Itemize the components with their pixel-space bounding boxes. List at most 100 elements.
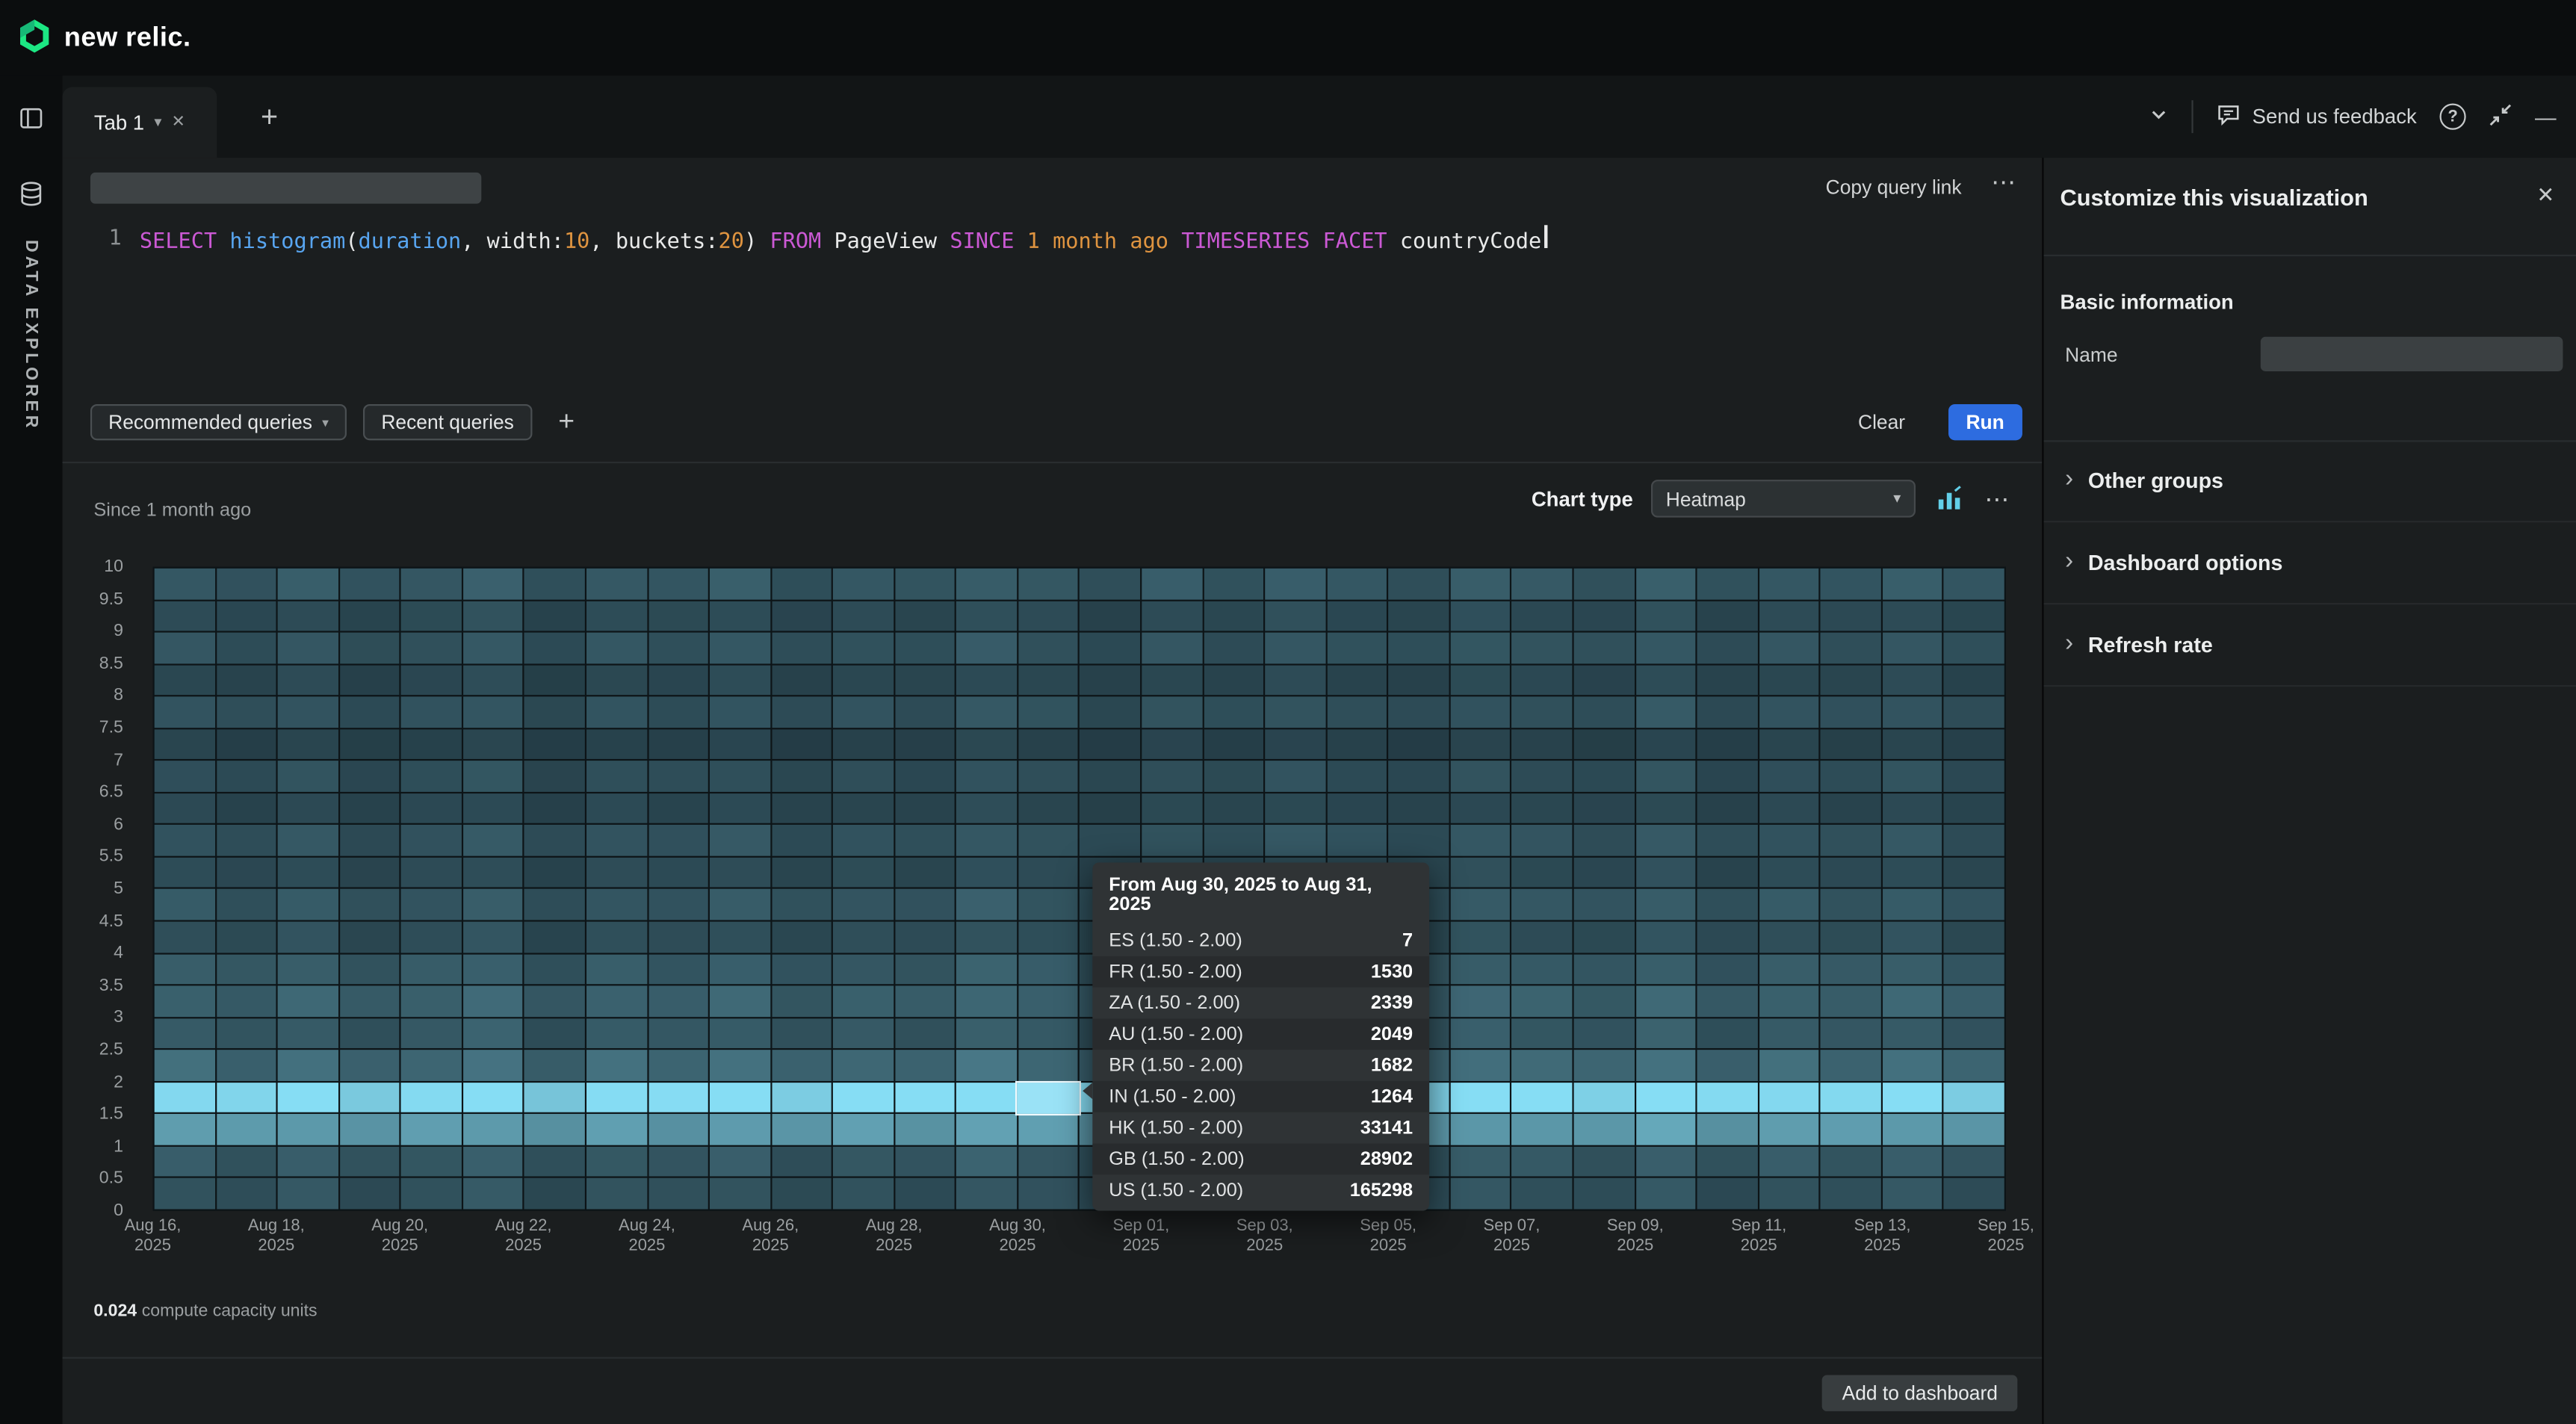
heatmap-cell[interactable] [340, 858, 400, 888]
heatmap-cell[interactable] [524, 761, 584, 792]
heatmap-cell[interactable] [1944, 922, 2004, 953]
heatmap-cell[interactable] [155, 922, 214, 953]
heatmap-cell[interactable] [1883, 858, 1942, 888]
heatmap-cell[interactable] [772, 1050, 832, 1081]
heatmap-cell[interactable] [586, 665, 646, 696]
heatmap-cell[interactable] [401, 890, 461, 920]
heatmap-cell[interactable] [524, 954, 584, 985]
heatmap-cell[interactable] [524, 1179, 584, 1210]
heatmap-cell[interactable] [1450, 826, 1510, 856]
heatmap-cell[interactable] [1142, 793, 1201, 824]
heatmap-cell[interactable] [1821, 858, 1880, 888]
heatmap-cell[interactable] [1574, 954, 1634, 985]
heatmap-cell[interactable] [340, 986, 400, 1017]
heatmap-cell[interactable] [1574, 697, 1634, 728]
heatmap-cell[interactable] [340, 761, 400, 792]
heatmap-cell[interactable] [1389, 633, 1449, 663]
heatmap-cell[interactable] [340, 633, 400, 663]
heatmap-cell[interactable] [772, 569, 832, 599]
heatmap-cell[interactable] [1389, 697, 1449, 728]
heatmap-cell[interactable] [1635, 1050, 1695, 1081]
heatmap-cell[interactable] [833, 826, 893, 856]
heatmap-cell[interactable] [1697, 1115, 1757, 1145]
heatmap-cell[interactable] [1512, 761, 1572, 792]
heatmap-cell[interactable] [1204, 729, 1263, 760]
heatmap-cell[interactable] [586, 922, 646, 953]
heatmap-cell[interactable] [524, 1147, 584, 1177]
heatmap-cell[interactable] [1018, 826, 1078, 856]
heatmap-cell[interactable] [1635, 1018, 1695, 1049]
heatmap-cell[interactable] [1512, 601, 1572, 631]
heatmap-cell[interactable] [648, 890, 708, 920]
heatmap-cell[interactable] [1018, 569, 1078, 599]
heatmap-cell[interactable] [586, 729, 646, 760]
heatmap-cell[interactable] [401, 986, 461, 1017]
heatmap-cell[interactable] [155, 569, 214, 599]
heatmap-cell[interactable] [772, 1083, 832, 1113]
heatmap-cell[interactable] [895, 601, 955, 631]
heatmap-cell[interactable] [1635, 922, 1695, 953]
heatmap-cell[interactable] [1821, 954, 1880, 985]
side-panel-icon[interactable] [18, 105, 44, 131]
heatmap-cell[interactable] [155, 954, 214, 985]
heatmap-cell[interactable] [833, 665, 893, 696]
heatmap-cell[interactable] [155, 986, 214, 1017]
heatmap-cell[interactable] [278, 1147, 338, 1177]
heatmap-cell[interactable] [1944, 1115, 2004, 1145]
heatmap-cell[interactable] [1574, 826, 1634, 856]
heatmap-cell[interactable] [833, 890, 893, 920]
heatmap-cell[interactable] [1142, 826, 1201, 856]
heatmap-cell[interactable] [710, 954, 770, 985]
heatmap-cell[interactable] [586, 569, 646, 599]
heatmap-cell[interactable] [586, 697, 646, 728]
heatmap-cell[interactable] [1018, 601, 1078, 631]
heatmap-cell[interactable] [1266, 761, 1325, 792]
heatmap-cell[interactable] [1204, 665, 1263, 696]
heatmap-cell[interactable] [1883, 761, 1942, 792]
heatmap-cell[interactable] [586, 633, 646, 663]
heatmap-cell[interactable] [1450, 954, 1510, 985]
heatmap-cell[interactable] [1327, 793, 1387, 824]
heatmap-cell[interactable] [1142, 633, 1201, 663]
heatmap-cell[interactable] [1821, 826, 1880, 856]
collapse-icon[interactable] [2489, 102, 2512, 130]
heatmap-cell[interactable] [1697, 1083, 1757, 1113]
heatmap-cell[interactable] [1018, 1179, 1078, 1210]
heatmap-cell[interactable] [463, 729, 523, 760]
heatmap-cell[interactable] [1821, 1179, 1880, 1210]
heatmap-cell[interactable] [155, 761, 214, 792]
heatmap-cell[interactable] [1944, 665, 2004, 696]
heatmap-cell[interactable] [1697, 1147, 1757, 1177]
heatmap-cell[interactable] [1266, 697, 1325, 728]
heatmap-cell[interactable] [957, 601, 1017, 631]
heatmap-cell[interactable] [1821, 890, 1880, 920]
section-refresh-rate[interactable]: › Refresh rate [2044, 604, 2576, 687]
heatmap-cell[interactable] [1759, 1018, 1818, 1049]
heatmap-cell[interactable] [401, 826, 461, 856]
heatmap-cell[interactable] [1635, 1147, 1695, 1177]
heatmap-cell[interactable] [710, 1050, 770, 1081]
heatmap-cell[interactable] [401, 922, 461, 953]
heatmap-cell[interactable] [1944, 729, 2004, 760]
heatmap-cell[interactable] [1759, 1147, 1818, 1177]
heatmap-cell[interactable] [710, 1018, 770, 1049]
heatmap-cell[interactable] [1821, 1147, 1880, 1177]
heatmap-cell[interactable] [278, 697, 338, 728]
heatmap-cell[interactable] [1512, 954, 1572, 985]
heatmap-cell[interactable] [1512, 697, 1572, 728]
heatmap-cell[interactable] [1018, 890, 1078, 920]
heatmap-cell[interactable] [1944, 858, 2004, 888]
heatmap-cell[interactable] [340, 569, 400, 599]
heatmap-cell[interactable] [1266, 729, 1325, 760]
heatmap-cell[interactable] [340, 601, 400, 631]
heatmap-cell[interactable] [833, 986, 893, 1017]
heatmap-cell[interactable] [1450, 922, 1510, 953]
heatmap-cell[interactable] [1883, 890, 1942, 920]
tab-1[interactable]: Tab 1 ▾ ✕ [63, 87, 217, 158]
heatmap-cell[interactable] [524, 922, 584, 953]
heatmap-cell[interactable] [586, 1115, 646, 1145]
heatmap-cell[interactable] [401, 1147, 461, 1177]
heatmap-cell[interactable] [1759, 601, 1818, 631]
heatmap-cell[interactable] [1635, 601, 1695, 631]
heatmap-cell[interactable] [1018, 858, 1078, 888]
